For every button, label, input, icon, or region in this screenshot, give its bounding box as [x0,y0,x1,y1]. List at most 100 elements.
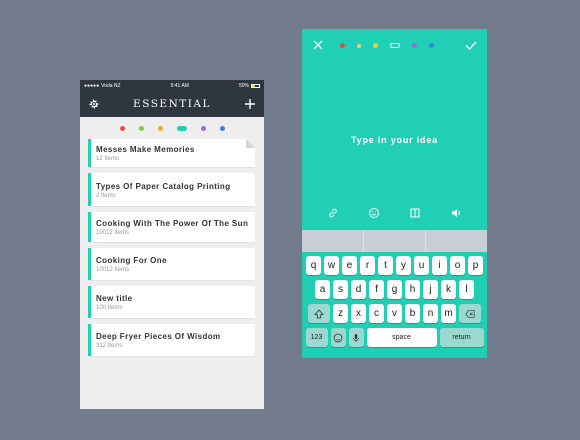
battery-indicator: 50% [239,83,260,89]
color-filter [80,117,264,139]
key-o[interactable]: o [450,256,465,275]
key-q[interactable]: q [306,256,321,275]
compose-screen: Type in your idea q w e r t y u i o p a … [302,29,487,358]
gear-icon[interactable] [88,98,100,110]
list-item[interactable]: Cooking For One 10012 Items [88,248,255,280]
list-item-count: 10012 Items [96,267,130,273]
key-y[interactable]: y [396,256,411,275]
suggestion-slot[interactable] [364,230,426,252]
list-item-count: 12 Items [96,156,120,162]
keyboard-row: 123 space return [304,328,485,347]
list-item-title: Messes Make Memories [96,145,195,154]
list-item-count: 100 Items [96,305,123,311]
microphone-icon [353,333,359,342]
status-time: 9:41 AM [170,82,189,89]
suggestion-slot[interactable] [302,230,364,252]
emoji-icon [333,333,343,342]
color-dot-orange[interactable] [157,125,163,131]
list-item-title: New title [96,294,133,303]
link-icon[interactable] [327,207,339,219]
keyboard-row: z x c v b n m [304,304,485,323]
key-u[interactable]: u [414,256,429,275]
signal-dots-icon: ●●●●● [84,82,100,89]
shift-icon [314,308,324,318]
key-e[interactable]: e [342,256,357,275]
keyboard: q w e r t y u i o p a s d f g h j k l z [302,252,487,358]
list-item[interactable]: Cooking With The Power Of The Sun 10012 … [88,212,255,242]
color-dot-teal[interactable] [176,125,187,131]
book-icon[interactable] [409,207,421,219]
list-item[interactable]: Deep Fryer Pieces Of Wisdom 312 Items [88,324,255,356]
key-f[interactable]: f [369,280,384,299]
key-j[interactable]: j [423,280,438,299]
key-n[interactable]: n [423,304,438,323]
key-x[interactable]: x [351,304,366,323]
key-p[interactable]: p [468,256,483,275]
suggestion-bar [302,230,487,252]
key-i[interactable]: i [432,256,447,275]
carrier-signal: ●●●●● Voda NZ [84,83,121,89]
list-item-title: Deep Fryer Pieces Of Wisdom [96,332,221,341]
list-item-title: Cooking With The Power Of The Sun [96,219,249,228]
backspace-key[interactable] [459,304,481,323]
color-dot-red[interactable] [119,125,125,131]
status-bar: ●●●●● Voda NZ 9:41 AM 50% [80,80,264,91]
list-item-count: 10012 Items [96,230,130,236]
color-dot-red[interactable] [340,43,345,48]
key-m[interactable]: m [441,304,456,323]
key-g[interactable]: g [387,280,402,299]
smiley-icon[interactable] [368,207,380,219]
key-a[interactable]: a [315,280,330,299]
shift-key[interactable] [308,304,330,323]
list-item-count: 2 Items [96,193,116,199]
key-t[interactable]: t [378,256,393,275]
key-h[interactable]: h [405,280,420,299]
idea-input-placeholder[interactable]: Type in your idea [302,135,487,145]
key-b[interactable]: b [405,304,420,323]
keyboard-row: a s d f g h j k l [304,280,485,299]
mic-key[interactable] [348,328,364,347]
color-dot-purple[interactable] [412,43,417,48]
key-v[interactable]: v [387,304,402,323]
keyboard-row: q w e r t y u i o p [304,256,485,275]
key-r[interactable]: r [360,256,375,275]
compose-area[interactable]: Type in your idea [302,29,487,230]
note-list: Messes Make Memories 12 Items Types Of P… [80,139,264,356]
check-icon[interactable] [465,41,477,50]
list-item-title: Types Of Paper Catalog Printing [96,182,231,191]
carrier-name: Voda NZ [101,82,121,89]
close-icon[interactable] [313,40,323,50]
space-key[interactable]: space [366,328,437,347]
key-z[interactable]: z [333,304,348,323]
list-item[interactable]: Types Of Paper Catalog Printing 2 Items [88,173,255,206]
list-screen: ●●●●● Voda NZ 9:41 AM 50% ESSENTIAL Mess… [80,80,264,409]
color-dot-blue[interactable] [429,43,434,48]
speaker-icon[interactable] [450,207,462,219]
key-c[interactable]: c [369,304,384,323]
color-dot-yellow[interactable] [373,43,378,48]
key-l[interactable]: l [459,280,474,299]
emoji-key[interactable] [330,328,346,347]
list-item-count: 312 Items [96,343,123,349]
suggestion-slot[interactable] [426,230,487,252]
color-picker [340,43,434,48]
color-dot-orange[interactable] [357,43,361,48]
return-key[interactable]: return [439,328,484,347]
plus-icon[interactable] [244,98,256,110]
battery-percent: 50% [238,82,249,89]
key-s[interactable]: s [333,280,348,299]
list-item[interactable]: New title 100 Items [88,286,255,318]
color-dot-green[interactable] [138,125,144,131]
backspace-icon [465,309,475,318]
compose-toolbar [302,207,487,219]
numbers-key[interactable]: 123 [305,328,328,347]
key-d[interactable]: d [351,280,366,299]
battery-icon [250,83,260,88]
color-dot-selected[interactable] [390,43,400,48]
list-item[interactable]: Messes Make Memories 12 Items [88,139,255,167]
key-k[interactable]: k [441,280,456,299]
list-item-title: Cooking For One [96,256,167,265]
color-dot-purple[interactable] [200,125,206,131]
key-w[interactable]: w [324,256,339,275]
color-dot-blue[interactable] [219,125,225,131]
